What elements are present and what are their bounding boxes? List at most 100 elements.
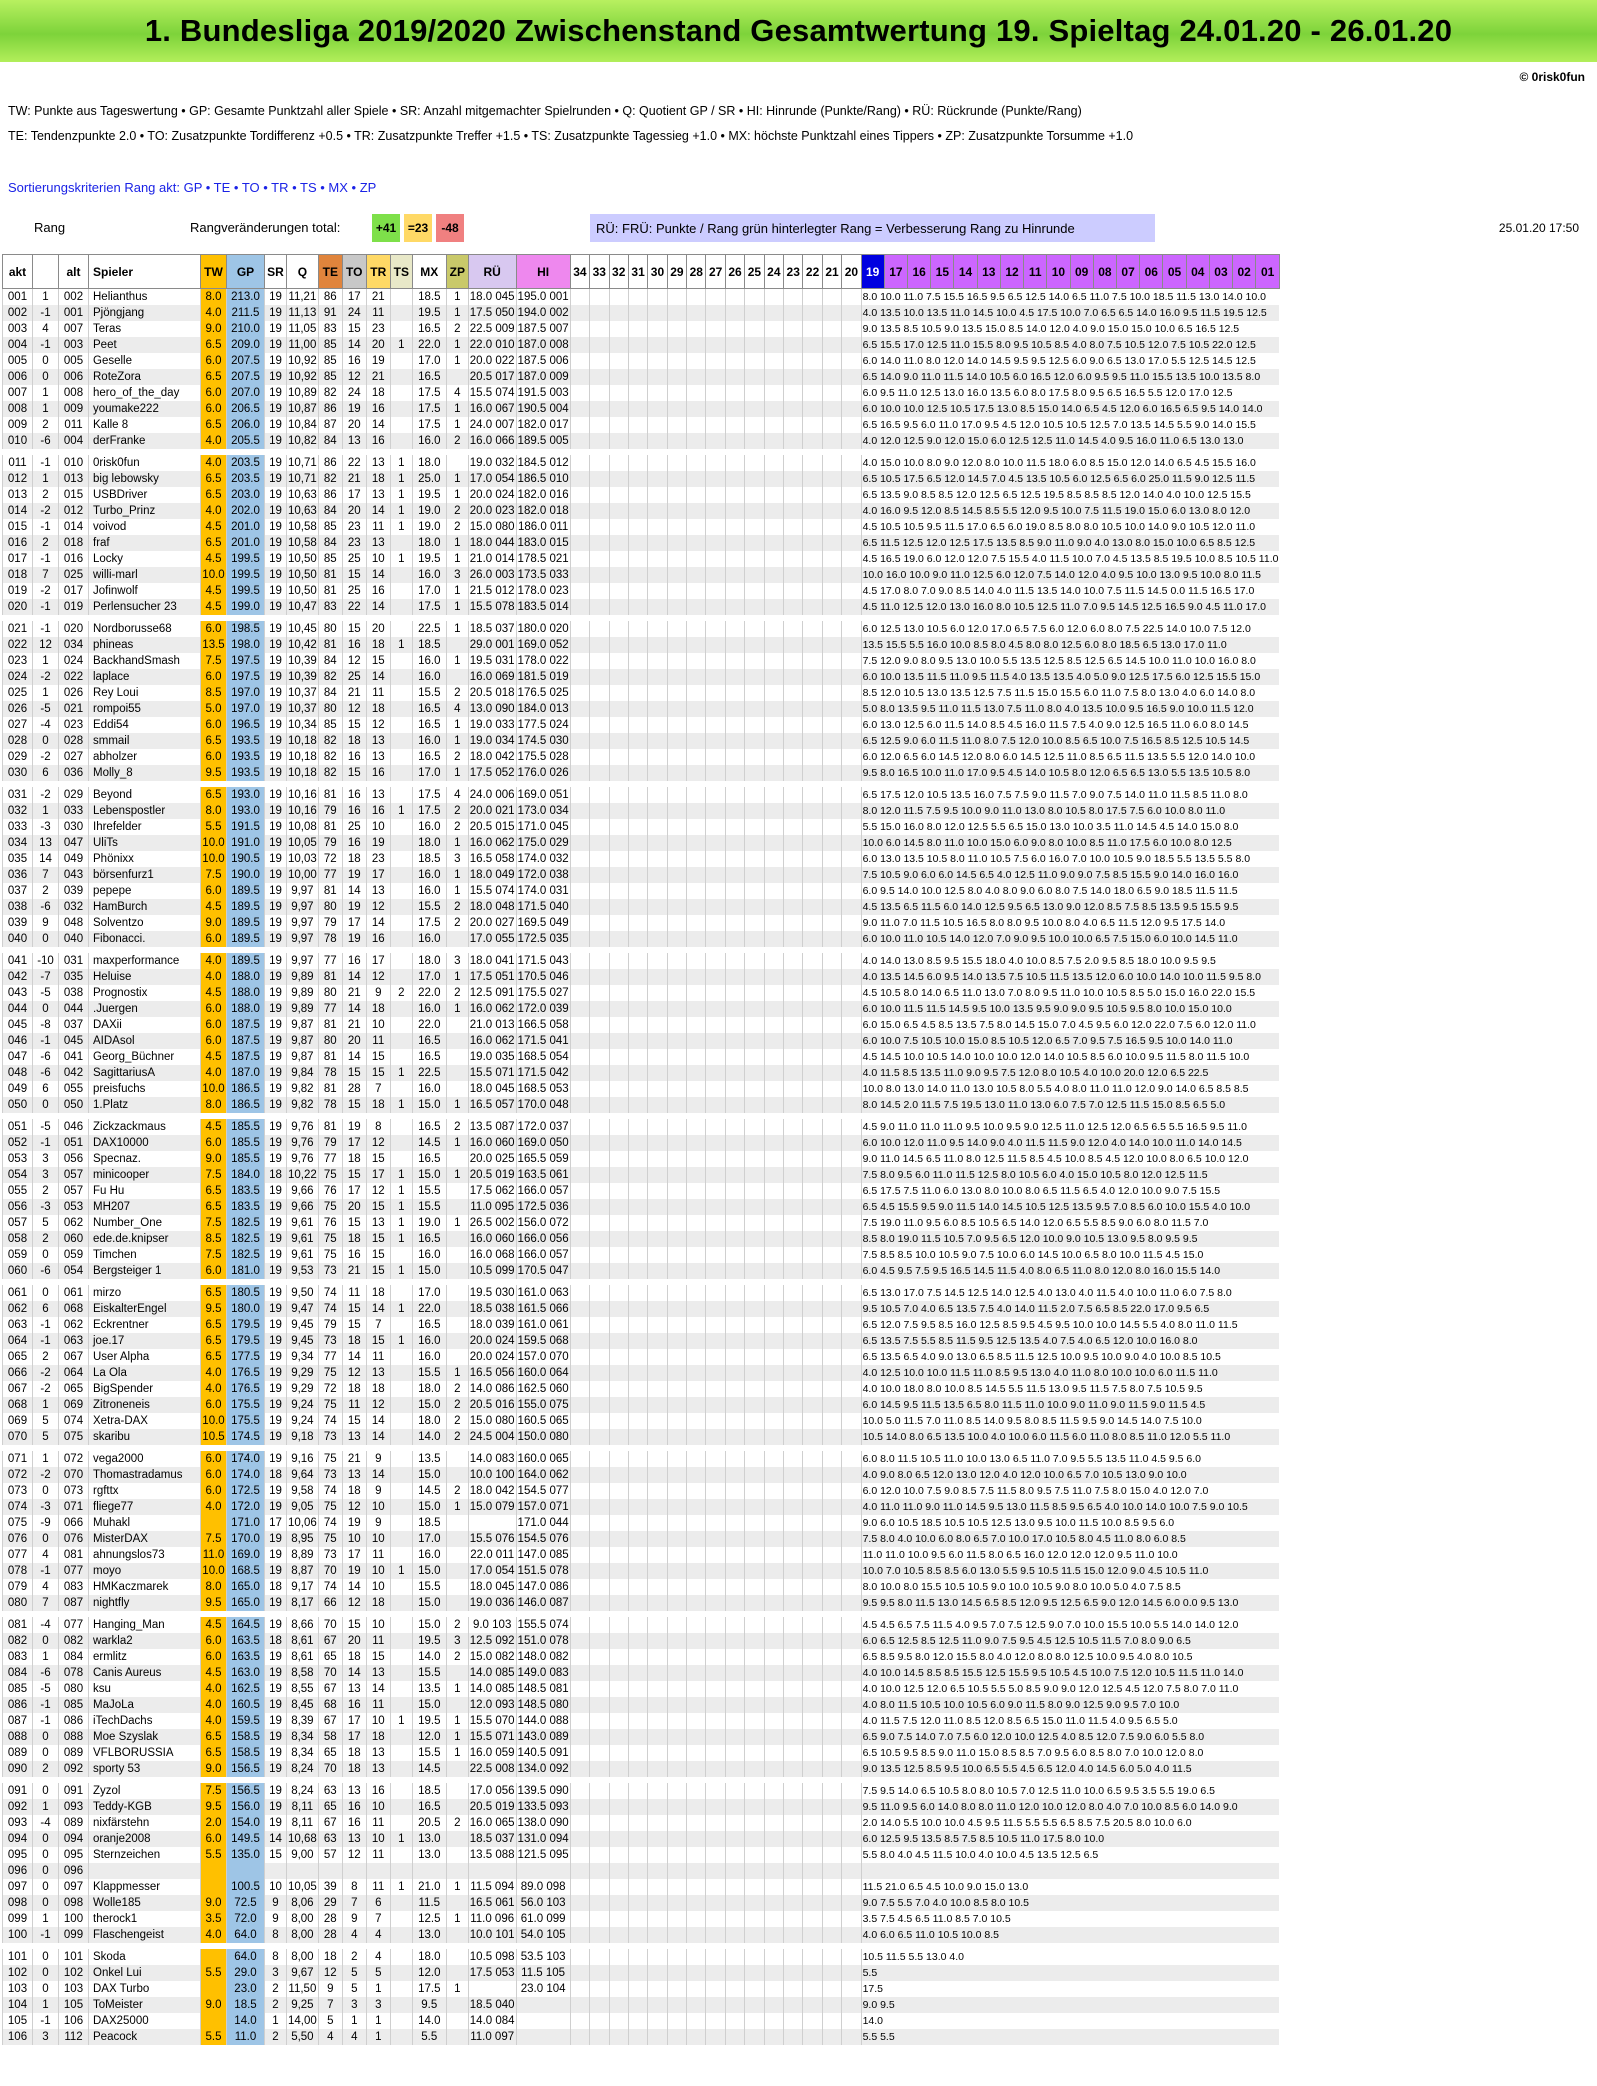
cell: 0 <box>32 1483 59 1499</box>
cell: 14 <box>365 1301 391 1317</box>
matchday-cell <box>744 749 765 765</box>
cell: 184.0 013 <box>515 701 571 717</box>
cell: 9,89 <box>286 985 319 1001</box>
cell: 19 <box>264 653 287 669</box>
cell: 12 <box>32 637 59 653</box>
cell: 6.0 <box>200 1483 227 1499</box>
cell: 029 <box>58 787 89 803</box>
matchday-cell <box>783 1049 803 1065</box>
cell: ermlitz <box>88 1649 201 1665</box>
matchday-cell <box>569 899 590 915</box>
table-row: 066 -2 064 La Ola 4.0 176.5 19 9,29 75 12 13 15.5 1 1… <box>2 1365 1280 1381</box>
cell: 15 <box>341 1301 367 1317</box>
matchday-cell <box>686 1997 706 2013</box>
matchday-cell <box>821 1633 842 1649</box>
table-row: 022 12 034 phineas 13.5 198.0 19 10,42 81 16 18 1 18… <box>2 637 1280 653</box>
cell: 185.5 <box>226 1135 265 1151</box>
cell: 29 <box>317 1895 343 1911</box>
cell: 21 <box>341 685 367 701</box>
matchday-cell <box>647 433 668 449</box>
matchday-cell <box>744 1761 765 1777</box>
ru-note: RÜ: FRÜ: Punkte / Rang grün hinterlegter… <box>590 214 1155 242</box>
matchday-cell <box>666 321 687 337</box>
matchday-cell <box>569 1831 590 1847</box>
matchday-cell <box>783 1729 803 1745</box>
cell: 19.0 033 <box>467 717 517 733</box>
cell <box>467 1863 517 1879</box>
table-row: 055 2 057 Fu Hu 6.5 183.5 19 9,66 76 17 12 1 15.5 17.… <box>2 1183 1280 1199</box>
matchday-cell <box>686 1483 706 1499</box>
matchday-cell <box>608 1927 629 1943</box>
matchday-cell <box>763 749 784 765</box>
matchday-cell <box>608 401 629 417</box>
cell: 151.5 078 <box>515 1563 571 1579</box>
cell: -8 <box>32 1017 59 1033</box>
table-row: 035 14 049 Phönixx 10.0 190.5 19 10,03 72 18 23 18.… <box>2 851 1280 867</box>
cell <box>389 1783 413 1799</box>
cell: 12.0 093 <box>467 1697 517 1713</box>
cell: 9,66 <box>286 1199 319 1215</box>
matchday-cell <box>841 2013 862 2029</box>
cell: 19 <box>264 1547 287 1563</box>
cell: 159.5 068 <box>515 1333 571 1349</box>
cell: 085 <box>58 1697 89 1713</box>
matchday-cell <box>841 353 862 369</box>
table-row: 091 0 091 Zyzol 7.5 156.5 19 8,24 63 13 16 18.5 17.0… <box>2 1783 1280 1799</box>
matchday-scores: 6.5 10.5 17.5 6.5 12.0 14.5 7.0 4.5 13.5… <box>860 471 1280 487</box>
matchday-cell <box>821 1349 842 1365</box>
cell: 9.0 <box>200 1895 227 1911</box>
cell: Thomastradamus <box>88 1467 201 1483</box>
matchday-cell <box>783 1365 803 1381</box>
cell: 9.5 <box>200 1595 227 1611</box>
cell: 15 <box>365 1263 391 1279</box>
matchday-cell <box>744 567 765 583</box>
cell: 4 <box>32 321 59 337</box>
matchday-cell <box>569 455 590 471</box>
matchday-cell <box>589 401 609 417</box>
cell: 20 <box>341 503 367 519</box>
matchday-cell <box>647 1799 668 1815</box>
cell: 1 <box>445 1215 469 1231</box>
cell: 12 <box>365 899 391 915</box>
matchday-cell <box>666 2013 687 2029</box>
matchday-cell <box>666 1997 687 2013</box>
cell: 16.0 <box>411 567 447 583</box>
header-tw: TW <box>200 254 227 289</box>
matchday-scores: 4.0 6.0 6.5 11.0 10.5 10.0 8.5 <box>860 1927 1280 1943</box>
cell: 18.0 049 <box>467 867 517 883</box>
cell: 4 <box>445 701 469 717</box>
cell: 10.5 099 <box>467 1263 517 1279</box>
cell: 8,89 <box>286 1547 319 1563</box>
cell: 1 <box>445 401 469 417</box>
matchday-cell <box>569 883 590 899</box>
matchday-cell <box>744 1183 765 1199</box>
cell <box>226 1863 265 1879</box>
matchday-cell <box>821 787 842 803</box>
cell: 19 <box>341 401 367 417</box>
matchday-cell <box>783 305 803 321</box>
cell <box>445 931 469 947</box>
table-row: 085 -5 080 ksu 4.0 162.5 19 8,55 67 13 14 13.5 1 14.0… <box>2 1681 1280 1697</box>
cell: 0 <box>32 1847 59 1863</box>
cell: 1 <box>32 401 59 417</box>
cell: 148.5 081 <box>515 1681 571 1697</box>
cell: 20 <box>365 337 391 353</box>
cell: 1 <box>445 1365 469 1381</box>
cell: 140.5 091 <box>515 1745 571 1761</box>
matchday-cell <box>724 1579 745 1595</box>
cell: 13 <box>365 487 391 503</box>
matchday-cell <box>608 1381 629 1397</box>
matchday-cell <box>569 1467 590 1483</box>
matchday-cell <box>705 621 726 637</box>
matchday-cell <box>666 1215 687 1231</box>
matchday-cell <box>589 1863 609 1879</box>
matchday-cell <box>627 1761 648 1777</box>
cell: 015 <box>58 487 89 503</box>
matchday-cell <box>744 669 765 685</box>
matchday-cell <box>763 471 784 487</box>
matchday-cell <box>763 2013 784 2029</box>
cell: 097 <box>2 1879 33 1895</box>
matchday-cell <box>686 1381 706 1397</box>
matchday-cell <box>821 2013 842 2029</box>
matchday-cell <box>589 1033 609 1049</box>
